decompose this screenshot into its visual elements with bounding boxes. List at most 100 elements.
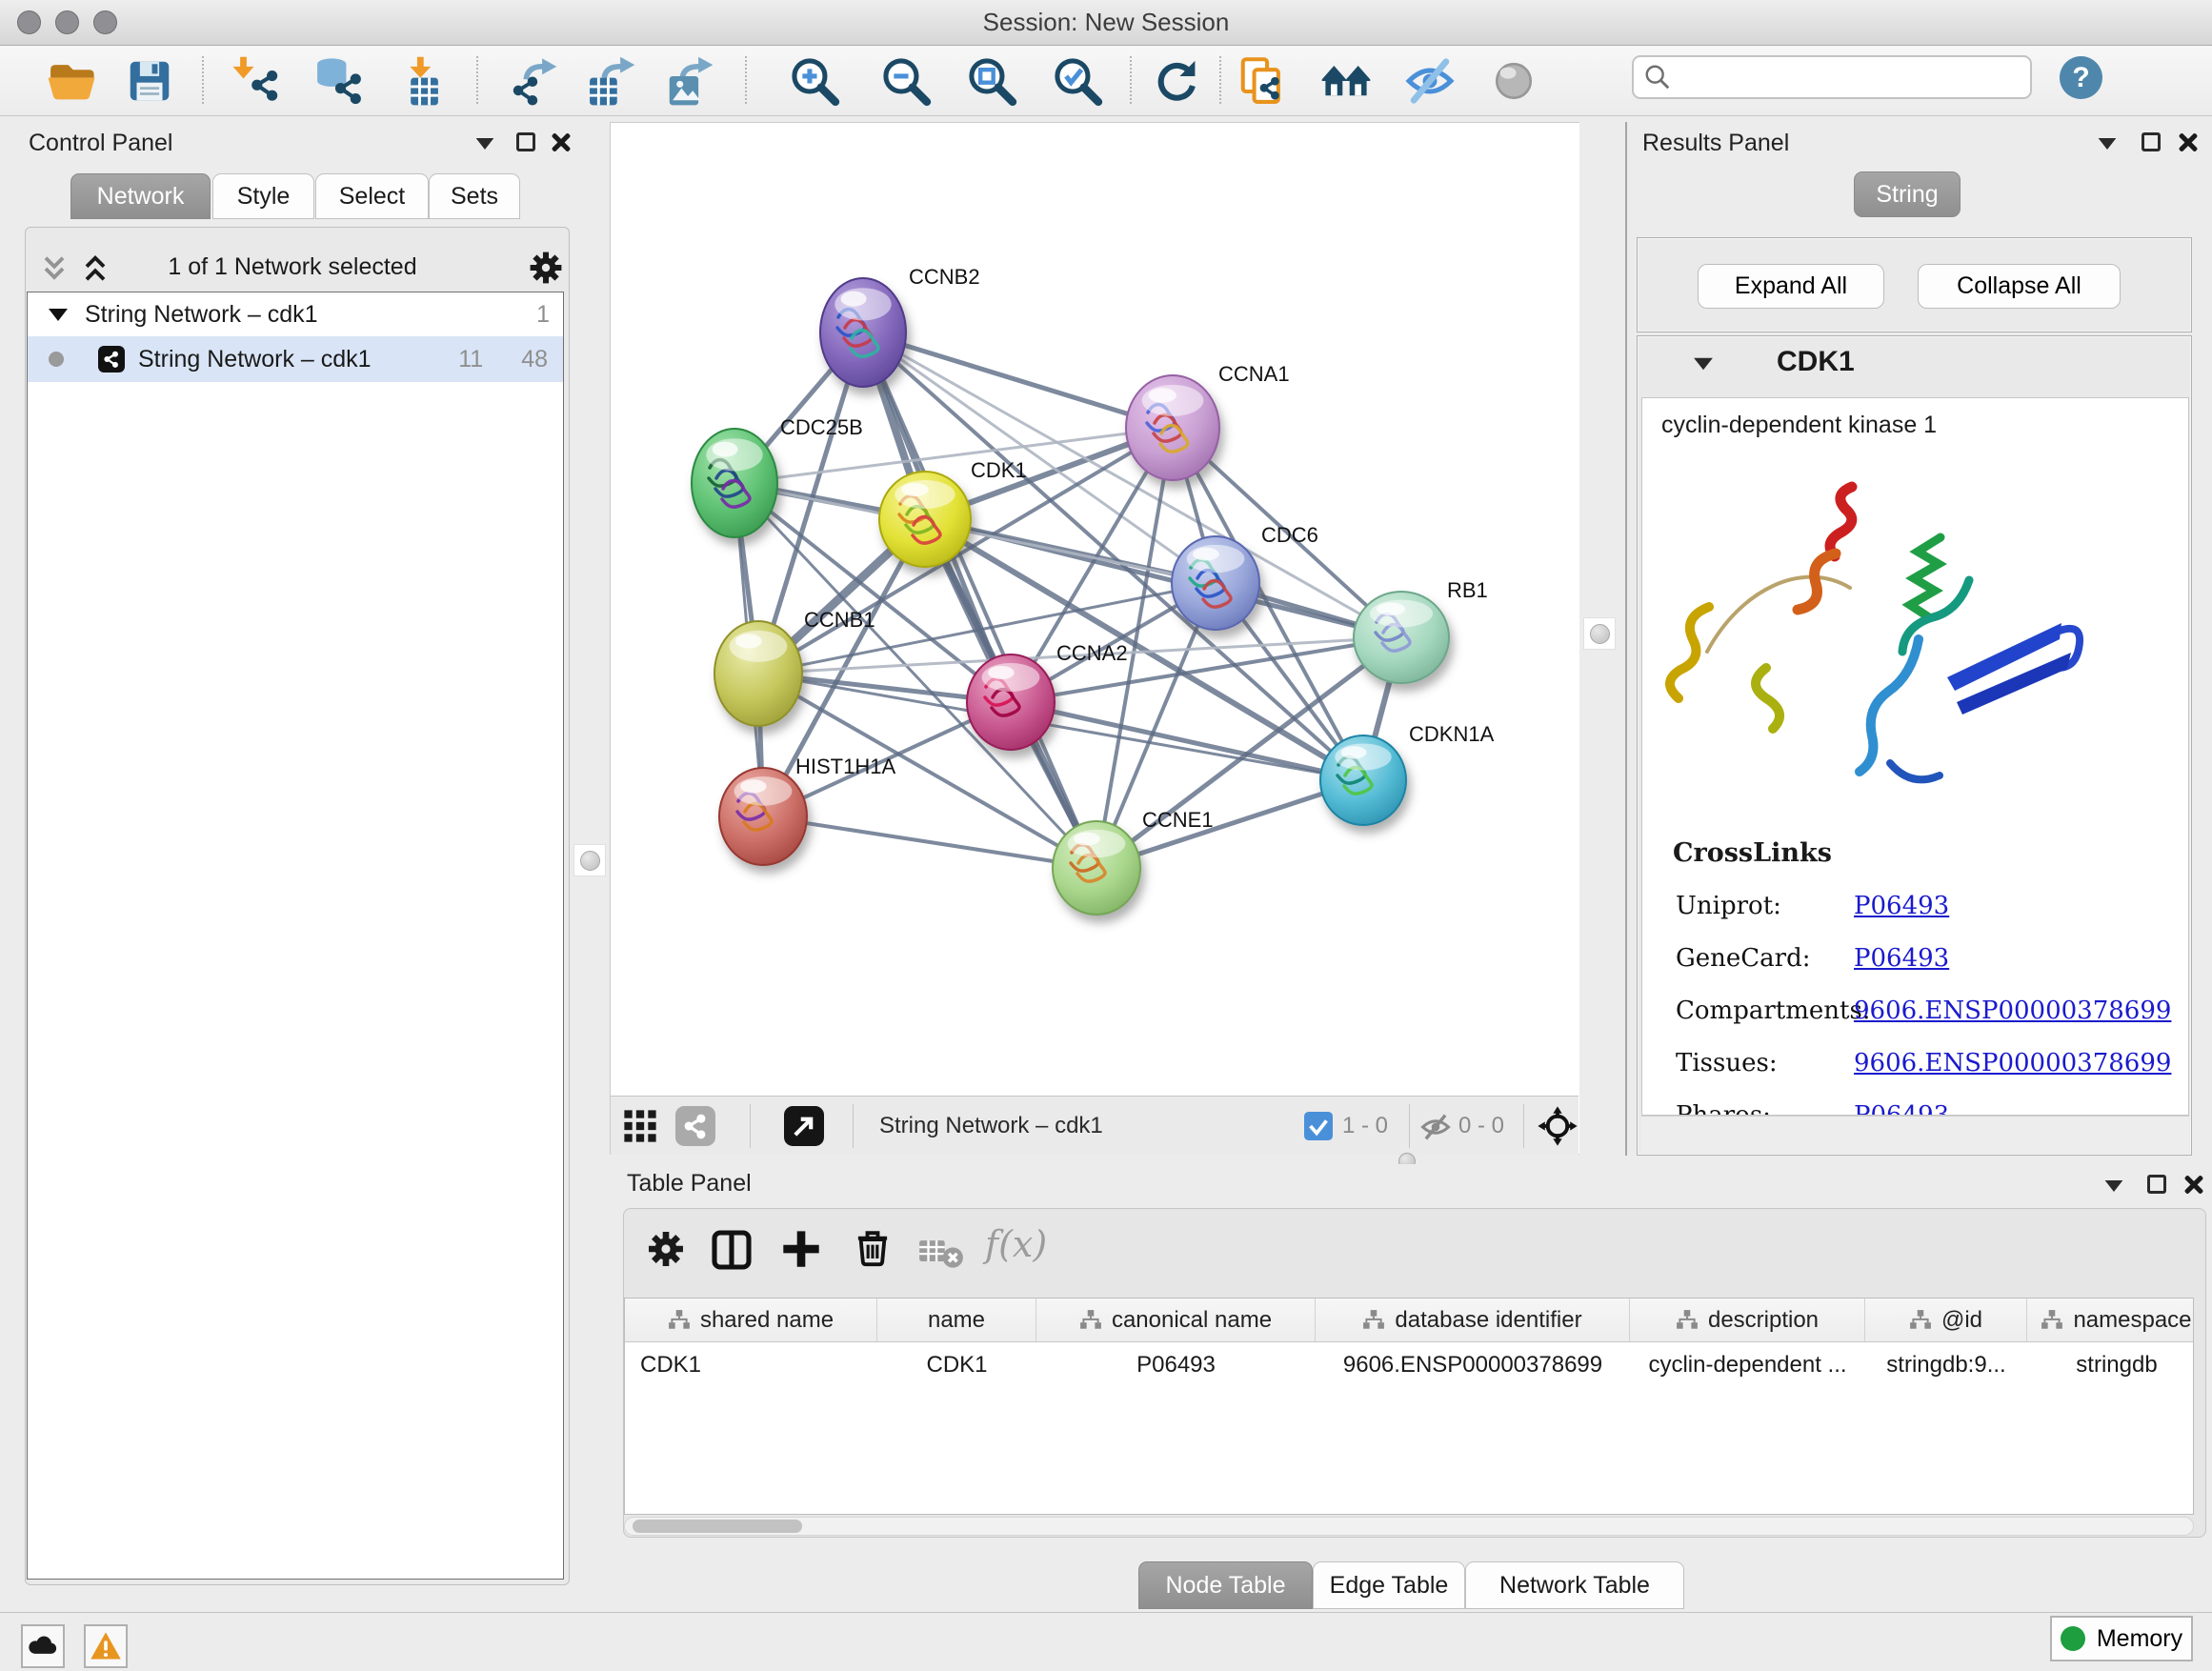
splitter-handle[interactable] (573, 844, 606, 876)
panel-close-icon[interactable] (551, 131, 572, 152)
entry-collapse-icon[interactable] (1694, 358, 1713, 371)
zoom-fit-icon[interactable] (964, 54, 1019, 108)
home-networks-icon[interactable] (1318, 54, 1374, 108)
scrollbar-thumb[interactable] (633, 1520, 802, 1533)
cloud-icon[interactable] (21, 1624, 65, 1668)
panel-float-icon[interactable] (516, 132, 535, 151)
tab-edge-table[interactable]: Edge Table (1313, 1561, 1465, 1609)
panel-menu-icon[interactable] (2105, 1180, 2123, 1192)
memory-button[interactable]: Memory (2050, 1616, 2193, 1661)
panel-menu-icon[interactable] (476, 138, 494, 150)
left-splitter[interactable] (572, 122, 610, 1589)
split-columns-icon[interactable] (709, 1227, 754, 1278)
network-graph[interactable]: CCNB2CCNA1CDC25BCDK1CDC6RB1CCNB1CCNA2CDK… (611, 123, 1579, 1096)
network-node-CCNB2[interactable] (820, 278, 906, 387)
column-header-name[interactable]: name (877, 1299, 1036, 1341)
network-node-RB1[interactable] (1354, 592, 1449, 683)
table-cell[interactable]: cyclin-dependent ... (1630, 1342, 1865, 1388)
network-node-CCNE1[interactable] (1053, 821, 1140, 915)
collection-expand-icon[interactable] (49, 309, 68, 321)
table-cell[interactable]: 9606.ENSP00000378699 (1316, 1342, 1630, 1388)
crosslink-value-link[interactable]: P06493 (1854, 892, 1949, 920)
import-database-icon[interactable] (311, 54, 366, 108)
panel-float-icon[interactable] (2147, 1175, 2166, 1194)
network-node-CCNA2[interactable] (967, 654, 1055, 750)
right-splitter[interactable] (1579, 122, 1625, 1156)
tab-string[interactable]: String (1854, 171, 1961, 217)
network-edge[interactable] (1011, 702, 1363, 780)
table-cell[interactable]: CDK1 (877, 1342, 1036, 1388)
network-node-CDK1[interactable] (879, 472, 971, 567)
tab-sets[interactable]: Sets (429, 173, 520, 219)
table-settings-gear-icon[interactable] (644, 1227, 688, 1276)
network-edge[interactable] (863, 332, 1173, 428)
crosslink-value-link[interactable]: P06493 (1854, 1101, 1949, 1116)
network-node-CCNA1[interactable] (1126, 375, 1219, 480)
delete-column-icon[interactable] (852, 1227, 894, 1274)
show-hidden-icon[interactable] (1402, 54, 1458, 108)
network-collection-row[interactable]: String Network – cdk1 1 (28, 292, 563, 336)
column-header--id[interactable]: @id (1865, 1299, 2027, 1341)
table-cell[interactable]: stringdb (2027, 1342, 2194, 1388)
table-hscrollbar[interactable] (624, 1517, 2194, 1536)
network-node-CCNB1[interactable] (714, 621, 802, 726)
hidden-eye-icon[interactable] (1418, 1110, 1453, 1149)
tab-node-table[interactable]: Node Table (1138, 1561, 1313, 1609)
fit-content-icon[interactable] (1537, 1105, 1579, 1152)
save-session-icon[interactable] (122, 54, 177, 108)
network-node-HIST1H1A[interactable] (719, 768, 807, 865)
entry-scroll-strip[interactable] (1641, 1116, 2189, 1153)
refresh-icon[interactable] (1149, 54, 1204, 108)
export-table-icon[interactable] (583, 54, 638, 108)
expand-all-button[interactable]: Expand All (1698, 264, 1884, 309)
tab-style[interactable]: Style (212, 173, 314, 219)
clone-network-icon[interactable] (1235, 54, 1290, 108)
column-header-description[interactable]: description (1630, 1299, 1865, 1341)
open-session-icon[interactable] (44, 54, 99, 108)
network-edge[interactable] (763, 816, 1096, 868)
zoom-selected-icon[interactable] (1050, 54, 1105, 108)
search-input[interactable] (1672, 64, 2015, 91)
column-header-namespace[interactable]: namespace (2027, 1299, 2194, 1341)
import-table-icon[interactable] (394, 54, 450, 108)
gear-icon[interactable] (526, 248, 566, 292)
network-row-selected[interactable]: String Network – cdk1 11 48 (28, 336, 563, 382)
warning-icon[interactable] (84, 1624, 128, 1668)
network-node-CDC6[interactable] (1172, 536, 1259, 630)
help-icon[interactable]: ? (2060, 56, 2102, 99)
panel-menu-icon[interactable] (2099, 138, 2117, 150)
function-builder-icon[interactable]: f(x) (985, 1223, 1047, 1265)
zoom-in-icon[interactable] (787, 54, 842, 108)
preview-icon[interactable] (1486, 54, 1541, 108)
network-node-CDKN1A[interactable] (1320, 735, 1406, 825)
delete-table-icon[interactable] (916, 1227, 964, 1279)
import-network-icon[interactable] (229, 54, 284, 108)
add-column-icon[interactable] (779, 1227, 823, 1276)
tab-network[interactable]: Network (70, 173, 211, 219)
crosslink-value-link[interactable]: 9606.ENSP00000378699 (1854, 997, 2171, 1025)
open-in-window-icon[interactable] (784, 1106, 824, 1151)
column-header-shared-name[interactable]: shared name (625, 1299, 877, 1341)
zoom-out-icon[interactable] (878, 54, 934, 108)
export-network-icon[interactable] (505, 54, 560, 108)
export-image-icon[interactable] (661, 54, 716, 108)
share-view-icon-disabled[interactable] (675, 1106, 715, 1151)
table-row[interactable]: CDK1CDK1P064939606.ENSP00000378699cyclin… (625, 1342, 2193, 1388)
tab-network-table[interactable]: Network Table (1465, 1561, 1684, 1609)
column-header-database-identifier[interactable]: database identifier (1316, 1299, 1630, 1341)
table-cell[interactable]: CDK1 (625, 1342, 877, 1388)
table-cell[interactable]: stringdb:9... (1865, 1342, 2027, 1388)
collapse-all-icon[interactable] (37, 252, 71, 291)
network-node-CDC25B[interactable] (692, 429, 777, 537)
splitter-handle[interactable] (1583, 617, 1616, 650)
table-cell[interactable]: P06493 (1036, 1342, 1316, 1388)
crosslink-value-link[interactable]: P06493 (1854, 944, 1949, 973)
crosslink-value-link[interactable]: 9606.ENSP00000378699 (1854, 1049, 2171, 1077)
grid-view-icon[interactable] (622, 1108, 658, 1149)
selected-checkbox-icon[interactable] (1304, 1112, 1333, 1145)
panel-close-icon[interactable] (2183, 1174, 2204, 1195)
panel-close-icon[interactable] (2178, 131, 2199, 152)
column-header-canonical-name[interactable]: canonical name (1036, 1299, 1316, 1341)
collapse-all-button[interactable]: Collapse All (1918, 264, 2121, 309)
panel-float-icon[interactable] (2142, 132, 2161, 151)
